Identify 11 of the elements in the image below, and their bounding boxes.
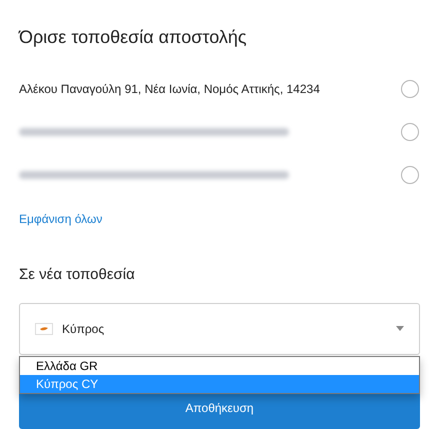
caret-icon bbox=[396, 326, 404, 331]
page-title: Όρισε τοποθεσία αποστολής bbox=[19, 26, 248, 49]
address-label: Αλέκου Παναγούλη 91, Νέα Ιωνία, Νομός Αττικής, 14234 bbox=[19, 80, 320, 98]
show-all-link[interactable]: Εμφάνιση όλων bbox=[19, 210, 102, 228]
dropdown-option[interactable]: Κύπρος CY bbox=[20, 374, 419, 392]
section-heading: Σε νέα τοποθεσία bbox=[19, 265, 136, 285]
radio-button[interactable] bbox=[401, 122, 419, 140]
radio-button[interactable] bbox=[401, 166, 419, 184]
country-select[interactable]: Κύπρος bbox=[19, 302, 420, 354]
flag-icon bbox=[35, 322, 53, 334]
radio-button[interactable] bbox=[401, 80, 419, 98]
